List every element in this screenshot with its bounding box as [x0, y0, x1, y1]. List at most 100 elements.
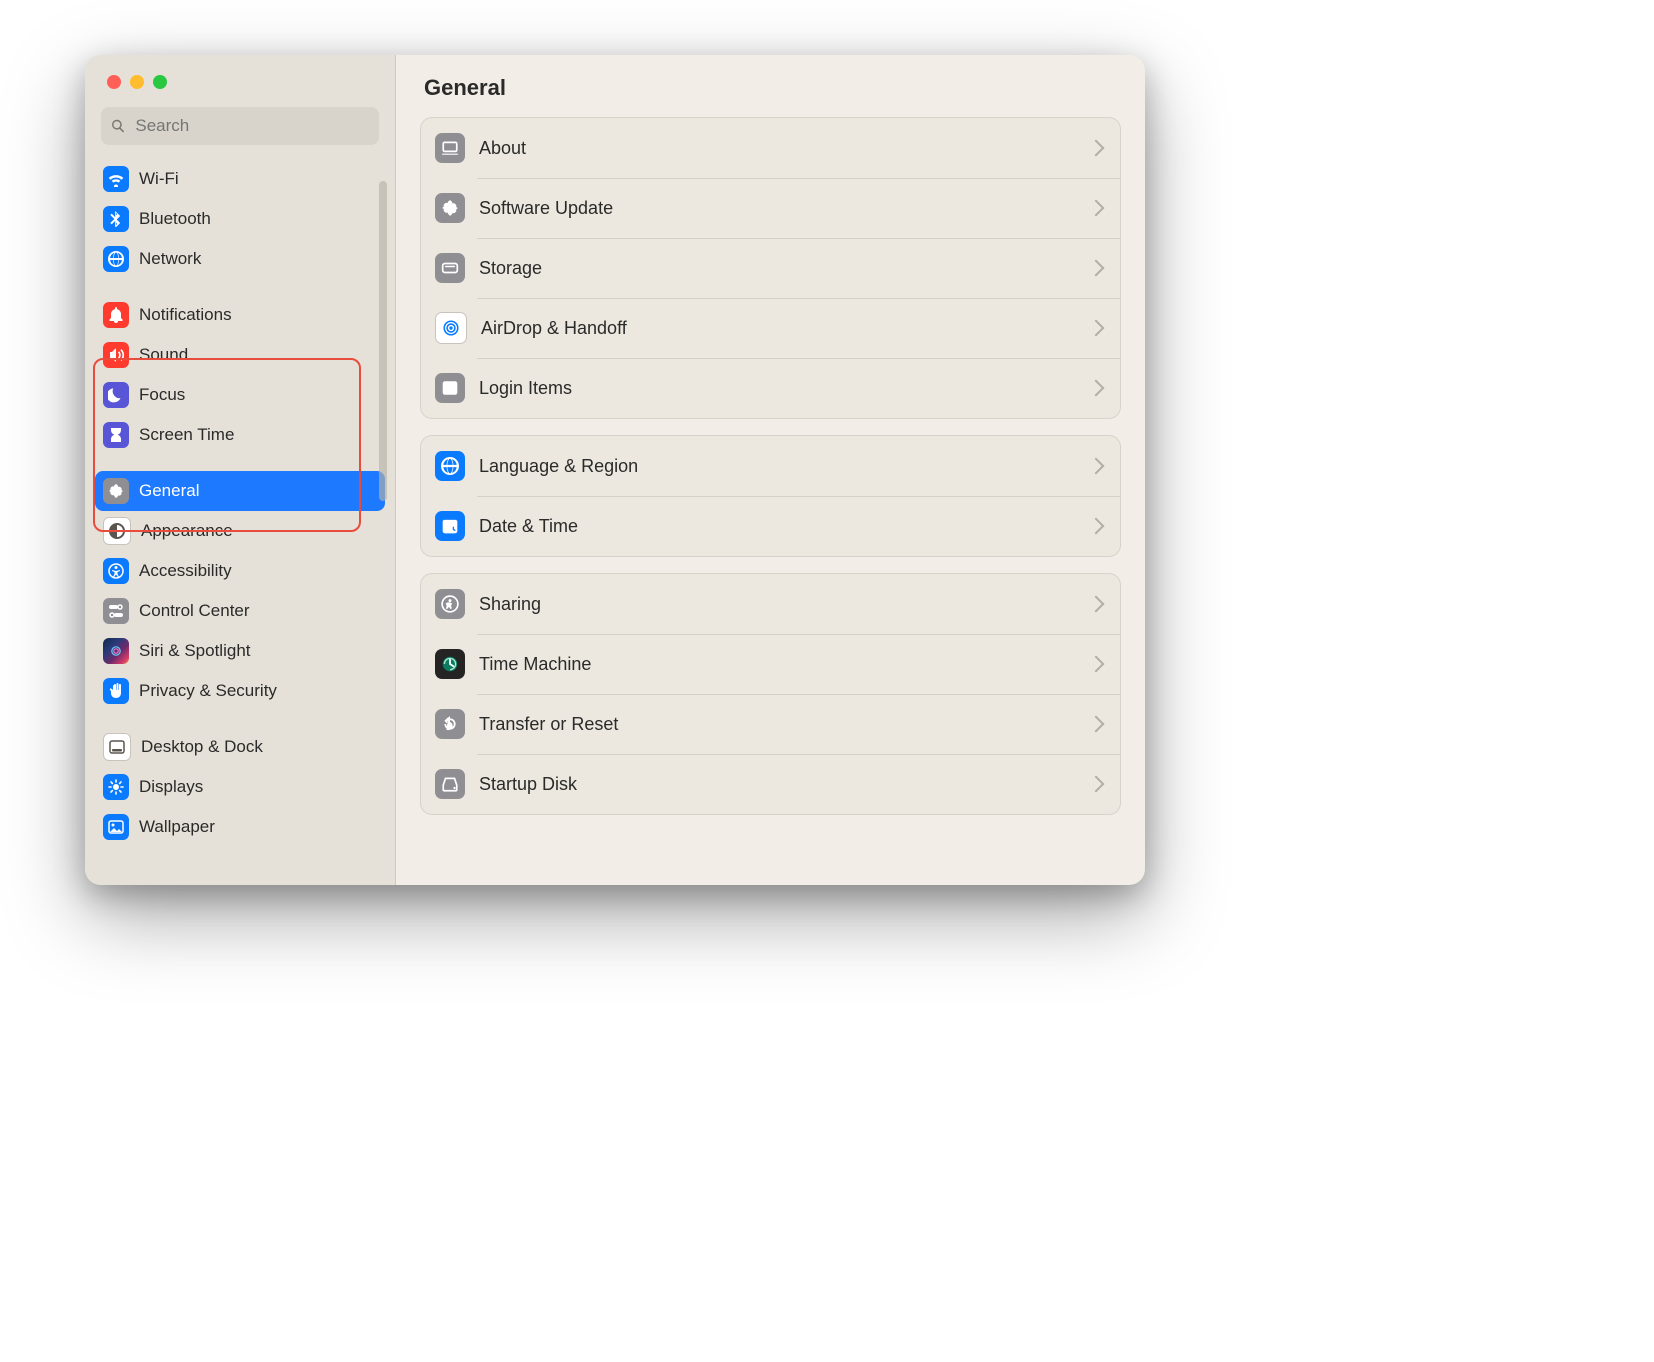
chevron-right-icon [1088, 320, 1105, 337]
sidebar-item-wifi[interactable]: Wi-Fi [95, 159, 385, 199]
search-field[interactable] [101, 107, 379, 145]
row-label: Software Update [479, 198, 1076, 219]
row-label: Transfer or Reset [479, 714, 1076, 735]
sidebar-item-label: Control Center [139, 601, 250, 621]
sidebar-item-label: Displays [139, 777, 203, 797]
row-label: About [479, 138, 1076, 159]
disk-icon [435, 253, 465, 283]
airdrop-icon [435, 312, 467, 344]
sidebar-scrollbar[interactable] [379, 181, 387, 501]
gear-icon [103, 478, 129, 504]
sidebar-item-label: Network [139, 249, 201, 269]
main-panel: General About Software Update Storage AirDr… [396, 55, 1145, 885]
settings-group: About Software Update Storage AirDrop & Han… [420, 117, 1121, 419]
wifi-icon [103, 166, 129, 192]
sidebar-item-network[interactable]: Network [95, 239, 385, 279]
sidebar: Wi-Fi Bluetooth Network Notifications Sound F… [85, 55, 396, 885]
sidebar-item-sound[interactable]: Sound [95, 335, 385, 375]
bell-icon [103, 302, 129, 328]
row-startup-disk[interactable]: Startup Disk [421, 754, 1120, 814]
sidebar-item-label: Bluetooth [139, 209, 211, 229]
window-controls [85, 55, 395, 89]
chevron-right-icon [1088, 140, 1105, 157]
gear-icon [435, 193, 465, 223]
sidebar-item-siri-spotlight[interactable]: Siri & Spotlight [95, 631, 385, 671]
sidebar-item-bluetooth[interactable]: Bluetooth [95, 199, 385, 239]
sidebar-fade [85, 845, 395, 885]
row-label: Sharing [479, 594, 1076, 615]
chevron-right-icon [1088, 716, 1105, 733]
sidebar-item-screen-time[interactable]: Screen Time [95, 415, 385, 455]
moon-icon [103, 382, 129, 408]
hand-icon [103, 678, 129, 704]
brightness-icon [103, 774, 129, 800]
sidebar-item-displays[interactable]: Displays [95, 767, 385, 807]
page-title: General [424, 75, 1117, 101]
minimize-window-button[interactable] [130, 75, 144, 89]
sidebar-item-label: Appearance [141, 521, 233, 541]
close-window-button[interactable] [107, 75, 121, 89]
row-about[interactable]: About [421, 118, 1120, 178]
calendar-clock-icon [435, 511, 465, 541]
sidebar-item-appearance[interactable]: Appearance [95, 511, 385, 551]
settings-group: Sharing Time Machine Transfer or Reset Star… [420, 573, 1121, 815]
sidebar-item-label: Notifications [139, 305, 232, 325]
row-label: AirDrop & Handoff [481, 318, 1076, 339]
timemachine-icon [435, 649, 465, 679]
chevron-right-icon [1088, 776, 1105, 793]
globe-icon [435, 451, 465, 481]
person-walk-icon [435, 589, 465, 619]
hourglass-icon [103, 422, 129, 448]
row-label: Language & Region [479, 456, 1076, 477]
sidebar-item-focus[interactable]: Focus [95, 375, 385, 415]
row-language-region[interactable]: Language & Region [421, 436, 1120, 496]
sidebar-item-desktop-dock[interactable]: Desktop & Dock [95, 727, 385, 767]
sidebar-item-label: Accessibility [139, 561, 232, 581]
chevron-right-icon [1088, 596, 1105, 613]
list-icon [435, 373, 465, 403]
sidebar-item-wallpaper[interactable]: Wallpaper [95, 807, 385, 847]
wallpaper-icon [103, 814, 129, 840]
sidebar-item-label: Sound [139, 345, 188, 365]
row-software-update[interactable]: Software Update [421, 178, 1120, 238]
chevron-right-icon [1088, 200, 1105, 217]
row-label: Date & Time [479, 516, 1076, 537]
row-label: Storage [479, 258, 1076, 279]
sidebar-item-label: Wallpaper [139, 817, 215, 837]
speaker-icon [103, 342, 129, 368]
dock-icon [103, 733, 131, 761]
drive-icon [435, 769, 465, 799]
row-login-items[interactable]: Login Items [421, 358, 1120, 418]
row-label: Login Items [479, 378, 1076, 399]
row-sharing[interactable]: Sharing [421, 574, 1120, 634]
search-input[interactable] [133, 115, 369, 137]
row-storage[interactable]: Storage [421, 238, 1120, 298]
sidebar-item-general[interactable]: General [95, 471, 385, 511]
sidebar-item-accessibility[interactable]: Accessibility [95, 551, 385, 591]
zoom-window-button[interactable] [153, 75, 167, 89]
appearance-icon [103, 517, 131, 545]
sidebar-item-privacy-security[interactable]: Privacy & Security [95, 671, 385, 711]
siri-icon [103, 638, 129, 664]
laptop-icon [435, 133, 465, 163]
sidebar-item-label: Focus [139, 385, 185, 405]
row-transfer-reset[interactable]: Transfer or Reset [421, 694, 1120, 754]
switches-icon [103, 598, 129, 624]
row-airdrop-handoff[interactable]: AirDrop & Handoff [421, 298, 1120, 358]
chevron-right-icon [1088, 458, 1105, 475]
undo-icon [435, 709, 465, 739]
row-date-time[interactable]: Date & Time [421, 496, 1120, 556]
chevron-right-icon [1088, 656, 1105, 673]
chevron-right-icon [1088, 518, 1105, 535]
sidebar-item-label: Privacy & Security [139, 681, 277, 701]
row-label: Startup Disk [479, 774, 1076, 795]
sidebar-item-label: Wi-Fi [139, 169, 179, 189]
row-time-machine[interactable]: Time Machine [421, 634, 1120, 694]
main-header: General [396, 55, 1145, 111]
sidebar-item-label: Desktop & Dock [141, 737, 263, 757]
sidebar-item-label: General [139, 481, 199, 501]
accessibility-icon [103, 558, 129, 584]
sidebar-item-label: Siri & Spotlight [139, 641, 251, 661]
sidebar-item-notifications[interactable]: Notifications [95, 295, 385, 335]
sidebar-item-control-center[interactable]: Control Center [95, 591, 385, 631]
